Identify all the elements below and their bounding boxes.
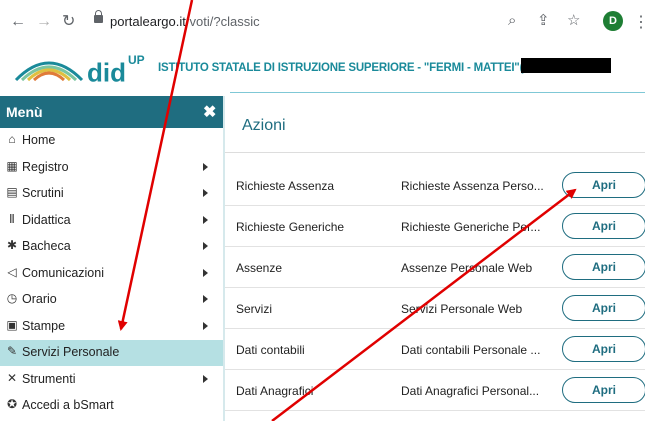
annotation-arrow-sidebar: [117, 0, 194, 331]
annotation-arrows: [117, 0, 577, 421]
annotation-arrow-button: [271, 188, 577, 421]
